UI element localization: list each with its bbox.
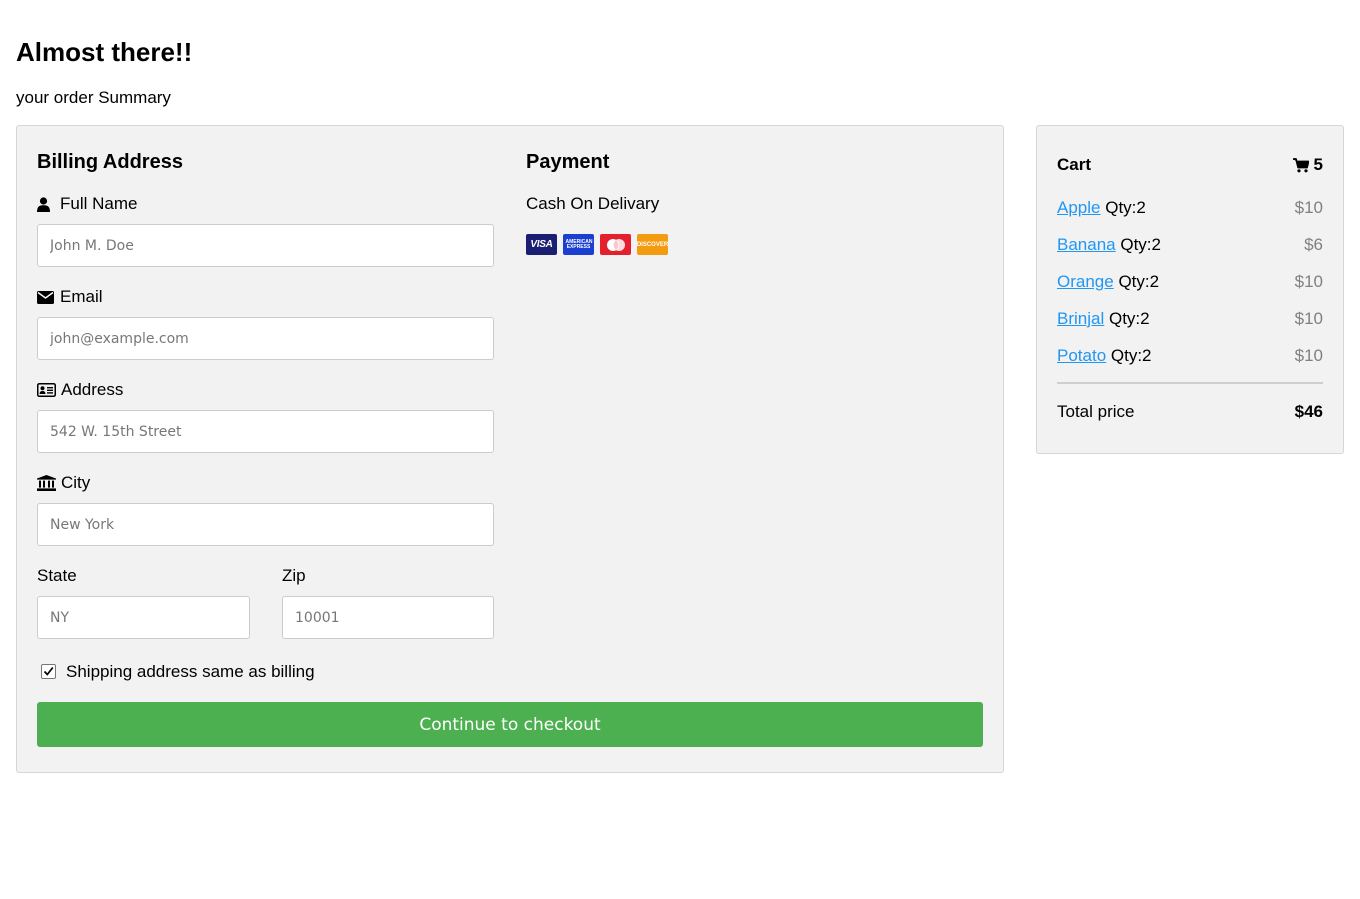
cart-count: 5 [1292, 155, 1323, 175]
cart-item: Apple Qty:2 $10 [1057, 198, 1323, 235]
address-card-icon [37, 383, 56, 397]
zip-label: Zip [282, 566, 306, 585]
user-icon [37, 196, 55, 212]
cart-item-link-brinjal[interactable]: Brinjal [1057, 309, 1104, 328]
city-label: City [37, 473, 90, 493]
full-name-label-text: Full Name [60, 194, 138, 213]
cart-title: Cart [1057, 155, 1092, 174]
cart-item: Brinjal Qty:2 $10 [1057, 309, 1323, 346]
cart-total-row: Total price $46 [1057, 402, 1323, 422]
cart-item: Banana Qty:2 $6 [1057, 235, 1323, 272]
full-name-input[interactable] [37, 224, 494, 267]
amex-card-text: AMERICAN EXPRESS [565, 238, 593, 250]
cart-count-value: 5 [1313, 155, 1323, 174]
full-name-label: Full Name [37, 194, 137, 214]
institution-icon [37, 475, 56, 491]
cart-item-link-potato[interactable]: Potato [1057, 346, 1106, 365]
city-label-text: City [61, 473, 91, 492]
address-label: Address [37, 380, 123, 400]
shipping-same-checkbox[interactable] [41, 663, 56, 679]
shipping-same-label: Shipping address same as billing [66, 662, 315, 681]
envelope-icon [37, 290, 55, 304]
address-label-text: Address [61, 380, 124, 399]
cart-item-link-orange[interactable]: Orange [1057, 272, 1114, 291]
email-label: Email [37, 287, 103, 307]
cart-item-price: $6 [1304, 235, 1323, 254]
payment-heading: Payment [526, 151, 610, 173]
cart-item-qty: Qty:2 [1110, 346, 1152, 365]
cart-item-price: $10 [1294, 309, 1323, 328]
email-input[interactable] [37, 317, 494, 360]
cart-item-qty: Qty:2 [1120, 235, 1161, 254]
billing-address-heading: Billing Address [37, 151, 183, 173]
cart-header: Cart 5 [1057, 155, 1323, 175]
shipping-same-as-billing[interactable]: Shipping address same as billing [41, 662, 315, 682]
cart-item-price: $10 [1294, 346, 1323, 365]
visa-card-icon: VISA [526, 234, 557, 255]
cart-item-price: $10 [1294, 198, 1323, 217]
page-subtitle: your order Summary [16, 88, 171, 107]
cart-item-link-apple[interactable]: Apple [1057, 198, 1100, 217]
total-price-value: $46 [1294, 402, 1323, 421]
cart-item-qty: Qty:2 [1118, 272, 1160, 291]
city-input[interactable] [37, 503, 494, 546]
shopping-cart-icon [1292, 157, 1314, 173]
cart-item: Potato Qty:2 $10 [1057, 346, 1323, 383]
mastercard-icon [600, 234, 631, 255]
discover-card-icon: DISCOVER [637, 234, 668, 255]
continue-to-checkout-button[interactable]: Continue to checkout [37, 702, 983, 747]
address-input[interactable] [37, 410, 494, 453]
page-title: Almost there!! [16, 37, 193, 67]
state-label: State [37, 566, 77, 585]
cart-item-price: $10 [1294, 272, 1323, 291]
cart-items: Apple Qty:2 $10 Banana Qty:2 $6 Orange Q… [1057, 198, 1323, 383]
cart-item-qty: Qty:2 [1108, 309, 1150, 328]
amex-card-icon: AMERICAN EXPRESS [563, 234, 594, 255]
cart-divider [1057, 382, 1323, 384]
total-price-label: Total price [1057, 402, 1135, 421]
cart-item-qty: Qty:2 [1105, 198, 1146, 217]
email-label-text: Email [60, 287, 103, 306]
zip-input[interactable] [282, 596, 494, 639]
payment-method-text: Cash On Delivary [526, 194, 660, 213]
cart-panel: Cart 5 Apple Qty:2 $10 Banana Qty:2 $6 O… [1036, 125, 1344, 454]
state-input[interactable] [37, 596, 250, 639]
accepted-cards: VISA AMERICAN EXPRESS DISCOVER [526, 234, 668, 255]
cart-item: Orange Qty:2 $10 [1057, 272, 1323, 309]
checkout-form-panel: Billing Address Full Name Email Address … [16, 125, 1004, 773]
cart-item-link-banana[interactable]: Banana [1057, 235, 1116, 254]
